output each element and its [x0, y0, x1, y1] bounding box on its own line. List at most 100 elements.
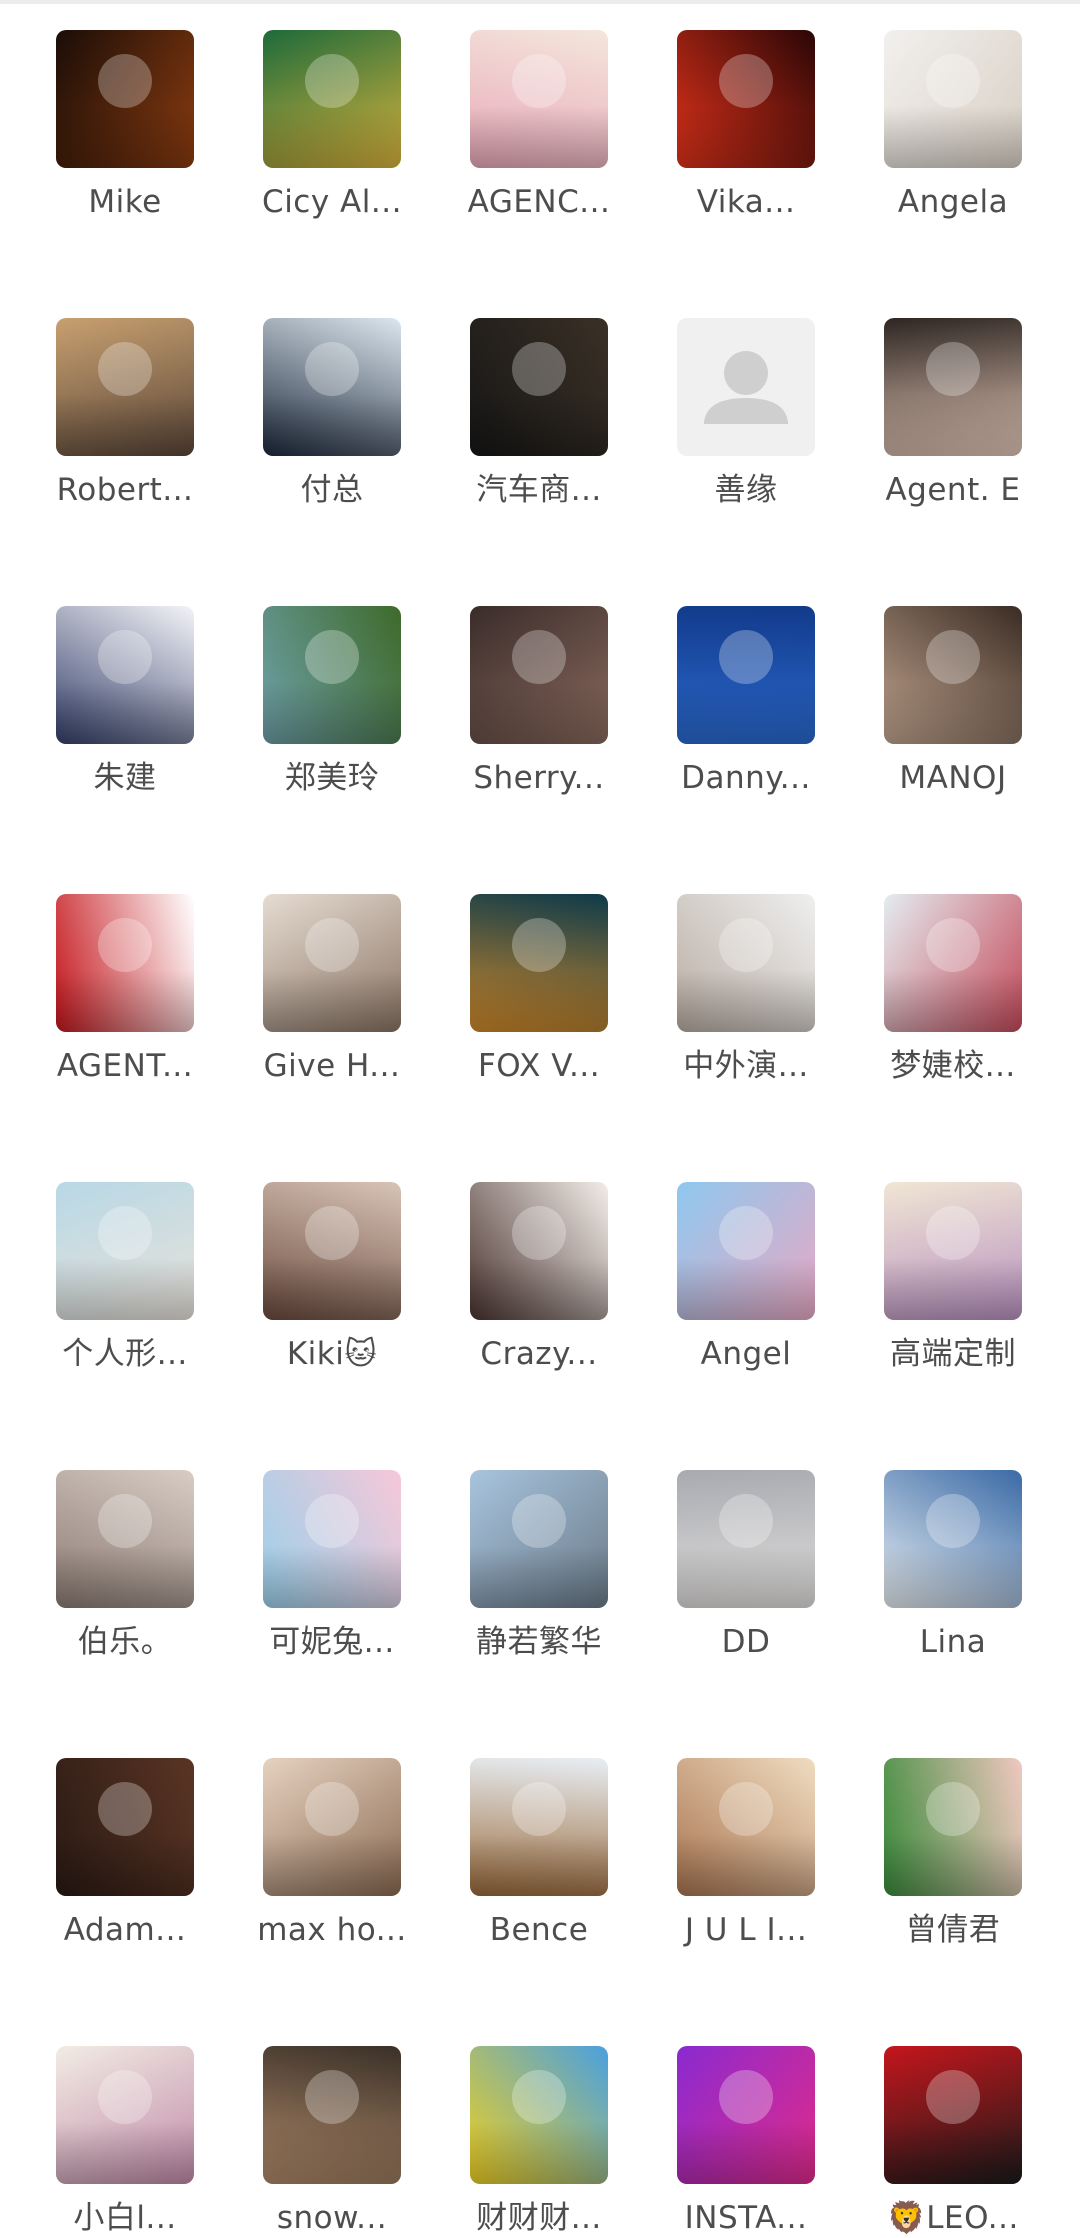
avatar[interactable] — [56, 894, 194, 1032]
avatar[interactable] — [884, 318, 1022, 456]
photo-subject — [926, 918, 980, 972]
avatar[interactable] — [677, 2046, 815, 2184]
member-grid: Mike Cicy Al... AGENC... Vika... Angela Rober… — [56, 30, 1022, 2238]
member-name: Robert... — [56, 472, 194, 508]
avatar[interactable] — [884, 1470, 1022, 1608]
member-item[interactable]: INSTA... — [677, 2046, 815, 2238]
member-item[interactable]: 个人形... — [56, 1182, 194, 1374]
member-item[interactable]: 曾倩君 — [884, 1758, 1022, 1950]
member-name: 朱建 — [93, 760, 157, 796]
photo-shade — [470, 1545, 608, 1608]
avatar[interactable] — [56, 1470, 194, 1608]
avatar[interactable] — [884, 1758, 1022, 1896]
member-item[interactable]: Crazy... — [470, 1182, 608, 1374]
avatar[interactable] — [470, 606, 608, 744]
member-item[interactable]: AGENC... — [468, 30, 610, 222]
avatar[interactable] — [677, 1470, 815, 1608]
member-name: FOX V... — [477, 1048, 601, 1084]
photo-shade — [677, 105, 815, 168]
avatar[interactable] — [56, 2046, 194, 2184]
avatar[interactable] — [263, 1182, 401, 1320]
member-item[interactable]: Cicy Al... — [262, 30, 401, 222]
default-avatar[interactable] — [677, 318, 815, 456]
member-item[interactable]: Agent. E — [884, 318, 1022, 510]
avatar[interactable] — [677, 894, 815, 1032]
avatar[interactable] — [884, 2046, 1022, 2184]
member-item[interactable]: Kiki🐱 — [263, 1182, 401, 1374]
avatar[interactable] — [884, 30, 1022, 168]
member-item[interactable]: max ho... — [257, 1758, 406, 1950]
photo-shade — [884, 105, 1022, 168]
member-item[interactable]: 高端定制 — [884, 1182, 1022, 1374]
member-item[interactable]: 朱建 — [56, 606, 194, 798]
avatar[interactable] — [56, 318, 194, 456]
member-item[interactable]: Adam... — [56, 1758, 194, 1950]
avatar[interactable] — [263, 318, 401, 456]
avatar[interactable] — [470, 318, 608, 456]
member-item[interactable]: 可妮兔... — [263, 1470, 401, 1662]
photo-subject — [305, 342, 359, 396]
member-item[interactable]: Sherry... — [470, 606, 608, 798]
member-item[interactable]: Mike — [56, 30, 194, 222]
avatar[interactable] — [470, 30, 608, 168]
avatar[interactable] — [470, 1758, 608, 1896]
member-item[interactable]: Robert... — [56, 318, 194, 510]
member-item[interactable]: 善缘 — [677, 318, 815, 510]
member-name: INSTA... — [684, 2200, 808, 2236]
avatar[interactable] — [56, 1758, 194, 1896]
avatar[interactable] — [263, 894, 401, 1032]
member-item[interactable]: Give H... — [263, 894, 401, 1086]
avatar[interactable] — [263, 1758, 401, 1896]
photo-shade — [56, 1545, 194, 1608]
avatar[interactable] — [884, 894, 1022, 1032]
photo-shade — [263, 1257, 401, 1320]
avatar[interactable] — [677, 1182, 815, 1320]
member-item[interactable]: MANOJ — [884, 606, 1022, 798]
member-item[interactable]: Vika... — [677, 30, 815, 222]
photo-shade — [884, 1545, 1022, 1608]
member-item[interactable]: AGENT... — [56, 894, 194, 1086]
avatar[interactable] — [263, 1470, 401, 1608]
avatar[interactable] — [470, 1182, 608, 1320]
avatar[interactable] — [677, 606, 815, 744]
photo-shade — [677, 1833, 815, 1896]
photo-shade — [56, 681, 194, 744]
avatar[interactable] — [56, 606, 194, 744]
photo-shade — [56, 969, 194, 1032]
member-item[interactable]: 财财财... — [470, 2046, 608, 2238]
member-item[interactable]: Danny... — [677, 606, 815, 798]
avatar[interactable] — [56, 30, 194, 168]
member-item[interactable]: 付总 — [263, 318, 401, 510]
member-item[interactable]: 伯乐。 — [56, 1470, 194, 1662]
member-item[interactable]: Angela — [884, 30, 1022, 222]
avatar[interactable] — [470, 2046, 608, 2184]
avatar[interactable] — [884, 606, 1022, 744]
member-item[interactable]: 🦁LEO... — [884, 2046, 1022, 2238]
photo-shade — [470, 2121, 608, 2184]
member-item[interactable]: 静若繁华 — [470, 1470, 608, 1662]
avatar[interactable] — [884, 1182, 1022, 1320]
member-item[interactable]: FOX V... — [470, 894, 608, 1086]
member-item[interactable]: J U L I... — [677, 1758, 815, 1950]
member-name: 小白l... — [73, 2200, 177, 2236]
avatar[interactable] — [677, 1758, 815, 1896]
member-item[interactable]: DD — [677, 1470, 815, 1662]
member-item[interactable]: Angel — [677, 1182, 815, 1374]
avatar[interactable] — [677, 30, 815, 168]
avatar[interactable] — [263, 30, 401, 168]
avatar[interactable] — [263, 2046, 401, 2184]
avatar[interactable] — [263, 606, 401, 744]
photo-shade — [56, 1257, 194, 1320]
member-item[interactable]: 汽车商... — [470, 318, 608, 510]
avatar[interactable] — [470, 1470, 608, 1608]
member-item[interactable]: Lina — [884, 1470, 1022, 1662]
member-item[interactable]: 郑美玲 — [263, 606, 401, 798]
member-item[interactable]: 中外演... — [677, 894, 815, 1086]
avatar[interactable] — [56, 1182, 194, 1320]
member-item[interactable]: 小白l... — [56, 2046, 194, 2238]
photo-shade — [470, 105, 608, 168]
member-item[interactable]: 梦婕校... — [884, 894, 1022, 1086]
member-item[interactable]: snow... — [263, 2046, 401, 2238]
member-item[interactable]: Bence — [470, 1758, 608, 1950]
avatar[interactable] — [470, 894, 608, 1032]
